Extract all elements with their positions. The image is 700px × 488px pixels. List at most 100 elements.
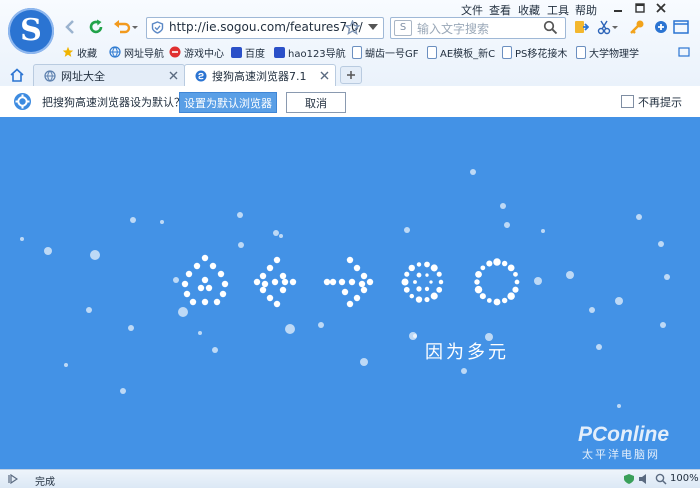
close-icon bbox=[656, 3, 666, 13]
snow-dot bbox=[541, 229, 545, 233]
snow-dot bbox=[504, 222, 510, 228]
bookmark-hao123[interactable]: hao123导航 bbox=[274, 44, 346, 60]
snow-dot bbox=[160, 220, 164, 224]
snow-dot bbox=[500, 203, 506, 209]
home-icon bbox=[10, 68, 24, 82]
tab-label: 网址大全 bbox=[61, 69, 105, 83]
bookmark-folder-3[interactable]: PS移花接木 bbox=[502, 44, 567, 60]
sogou-tab-icon bbox=[195, 70, 207, 81]
menu-tools[interactable]: 工具 bbox=[547, 2, 569, 18]
status-text: 完成 bbox=[35, 477, 55, 488]
feature-icons bbox=[181, 254, 520, 308]
snow-dot bbox=[237, 212, 243, 218]
bookmark-label: 大学物理学 bbox=[589, 48, 639, 60]
snow-dot bbox=[589, 307, 595, 313]
security-shield-icon bbox=[151, 21, 164, 34]
status-bar: 完成 100% bbox=[0, 469, 700, 488]
snow-dot bbox=[44, 247, 52, 255]
sogou-logo[interactable]: S bbox=[8, 8, 54, 54]
address-dropdown-button[interactable] bbox=[366, 20, 380, 34]
plus-icon bbox=[347, 71, 355, 79]
minimize-button[interactable] bbox=[610, 1, 626, 15]
key-icon bbox=[630, 20, 644, 34]
snow-dot bbox=[534, 277, 542, 285]
tab-label: 搜狗高速浏览器7.1 bbox=[212, 69, 307, 83]
search-engine-icon[interactable]: S bbox=[394, 20, 412, 36]
home-button[interactable] bbox=[8, 66, 26, 84]
tools-button[interactable] bbox=[628, 18, 646, 36]
menu-help[interactable]: 帮助 bbox=[575, 2, 597, 18]
speaker-icon[interactable] bbox=[638, 473, 650, 485]
close-window-button[interactable] bbox=[653, 1, 669, 15]
bookmark-url-nav[interactable]: 网址导航 bbox=[109, 44, 164, 60]
menu-view[interactable]: 查看 bbox=[489, 2, 511, 18]
snow-dot bbox=[664, 274, 670, 280]
close-tab-icon[interactable] bbox=[169, 71, 178, 80]
search-box[interactable]: S 输入文字搜索 bbox=[390, 17, 566, 39]
zoom-level[interactable]: 100% bbox=[670, 473, 699, 484]
back-button[interactable] bbox=[62, 18, 80, 36]
cancel-button[interactable]: 取消 bbox=[286, 92, 346, 113]
close-tab-icon[interactable] bbox=[320, 71, 329, 80]
snow-dot bbox=[128, 325, 134, 331]
bookmark-folder-4[interactable]: 大学物理学 bbox=[576, 44, 639, 60]
watermark: PConline bbox=[578, 423, 670, 446]
menu-file[interactable]: 文件 bbox=[461, 2, 483, 18]
window-icon bbox=[673, 20, 689, 34]
shield-icon[interactable] bbox=[623, 473, 635, 485]
snow-dot bbox=[596, 344, 602, 350]
minimize-icon bbox=[614, 10, 622, 12]
globe-icon bbox=[44, 69, 56, 82]
settings-button[interactable] bbox=[652, 18, 670, 36]
sync-button[interactable] bbox=[572, 18, 590, 36]
bookmark-folder-1[interactable]: 蝴齿一号GF bbox=[352, 44, 419, 60]
snow-dot bbox=[279, 234, 283, 238]
snow-dot bbox=[404, 227, 410, 233]
paw-icon bbox=[274, 46, 285, 58]
snow-dot bbox=[212, 347, 218, 353]
bookmark-label: 收藏 bbox=[77, 48, 97, 60]
more-icon bbox=[678, 47, 690, 57]
menu-favorites[interactable]: 收藏 bbox=[518, 2, 540, 18]
bookmark-baidu[interactable]: 百度 bbox=[231, 44, 265, 60]
sidebar-expand-icon[interactable] bbox=[8, 474, 18, 484]
bookmark-label: AE模板_新C bbox=[440, 48, 496, 60]
dont-show-checkbox[interactable] bbox=[621, 95, 634, 108]
star-icon bbox=[62, 46, 74, 57]
dont-show-label: 不再提示 bbox=[638, 96, 682, 109]
favorite-star-button[interactable] bbox=[344, 19, 360, 35]
page-content: 因为多元 PConline 太平洋电脑网 bbox=[0, 117, 700, 469]
bookmark-favorites[interactable]: 收藏 bbox=[62, 44, 97, 60]
sidebar-toggle-button[interactable] bbox=[672, 18, 690, 36]
default-browser-bar: 把搜狗高速浏览器设为默认？ 设置为默认浏览器 取消 不再提示 bbox=[0, 86, 700, 118]
snow-dot bbox=[238, 242, 244, 248]
tab-url-directory[interactable]: 网址大全 bbox=[33, 64, 185, 86]
snow-dot bbox=[285, 324, 295, 334]
undo-close-button[interactable] bbox=[112, 17, 140, 37]
search-placeholder: 输入文字搜索 bbox=[417, 22, 490, 36]
bookmark-label: 蝴齿一号GF bbox=[365, 48, 419, 60]
page-icon bbox=[352, 45, 362, 59]
set-default-button[interactable]: 设置为默认浏览器 bbox=[179, 92, 277, 113]
zoom-icon[interactable] bbox=[655, 473, 667, 485]
page-icon bbox=[576, 45, 586, 59]
maximize-button[interactable] bbox=[632, 1, 648, 15]
bookmark-folder-2[interactable]: AE模板_新C bbox=[427, 44, 495, 60]
snow-dot bbox=[413, 334, 417, 338]
scissors-icon bbox=[597, 20, 618, 35]
game-icon bbox=[169, 46, 181, 58]
search-icon[interactable] bbox=[543, 20, 558, 35]
refresh-button[interactable] bbox=[86, 17, 106, 37]
bookmark-label: PS移花接木 bbox=[515, 48, 568, 60]
bookmark-game-center[interactable]: 游戏中心 bbox=[169, 44, 224, 60]
new-tab-button[interactable] bbox=[340, 66, 362, 84]
slogan: 因为多元 bbox=[425, 342, 509, 363]
bookmark-more-button[interactable] bbox=[676, 44, 692, 60]
globe-icon bbox=[109, 46, 121, 58]
bookmark-label: 网址导航 bbox=[124, 48, 164, 60]
paw-icon bbox=[231, 46, 242, 58]
url-text: http://ie.sogou.com/features7.0/ bbox=[169, 20, 363, 34]
snow-dot bbox=[470, 169, 476, 175]
tab-sogou-browser[interactable]: 搜狗高速浏览器7.1 bbox=[184, 64, 336, 86]
screenshot-button[interactable] bbox=[596, 18, 620, 36]
